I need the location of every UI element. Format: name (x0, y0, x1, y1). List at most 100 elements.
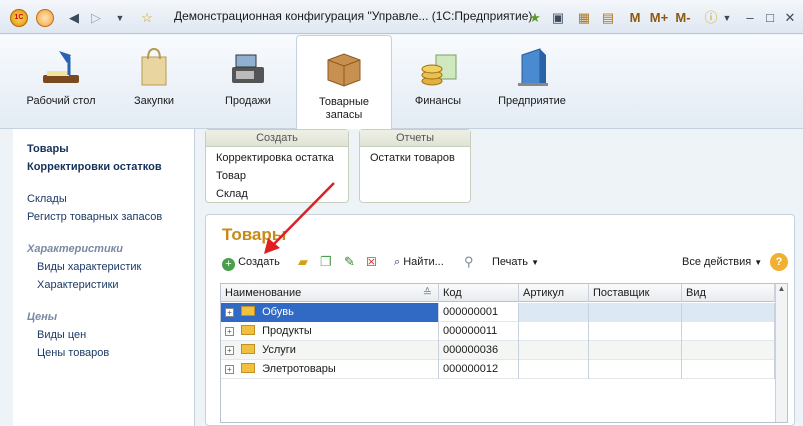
expand-icon[interactable]: + (225, 346, 234, 355)
create-folder-icon[interactable]: ▰ (298, 253, 308, 271)
supplier-cell (589, 360, 682, 379)
reports-box-header: Отчеты (360, 130, 470, 147)
create-button[interactable]: + Создать (222, 253, 280, 271)
section-desktop[interactable]: Рабочий стол (22, 35, 100, 129)
column-header-article[interactable]: Артикул (519, 284, 589, 302)
article-cell (519, 322, 589, 341)
nav-item-warehouses[interactable]: Склады (27, 193, 67, 205)
column-header-supplier[interactable]: Поставщик (589, 284, 682, 302)
app-logo-icon[interactable]: 1С (10, 9, 28, 27)
section-label: Товарные запасы (318, 96, 370, 121)
find-button[interactable]: ⌕ Найти... (394, 253, 444, 271)
info-icon[interactable]: ⓘ (702, 9, 720, 27)
code-cell: 000000036 (439, 341, 519, 360)
create-warehouse-command[interactable]: Склад (216, 188, 248, 200)
info-dropdown-icon[interactable]: ▼ (722, 9, 732, 27)
forward-arrow-icon[interactable]: ▷ (88, 9, 104, 27)
nav-item-characteristic-types[interactable]: Виды характеристик (37, 261, 141, 273)
section-inventory[interactable]: Товарные запасы (296, 35, 392, 129)
table-row[interactable]: + Элетротовары 000000012 (221, 360, 775, 379)
minimize-button[interactable]: – (742, 9, 758, 27)
section-label: Продажи (225, 95, 271, 107)
memory-m-button[interactable]: M (628, 9, 642, 27)
type-cell (682, 322, 775, 341)
edit-pencil-icon[interactable]: ✎ (344, 253, 355, 271)
title-bar: 1С ◀ ▷ ▼ ☆ Демонстрационная конфигурация… (0, 0, 803, 34)
section-label: Рабочий стол (26, 95, 96, 107)
folder-icon (241, 344, 256, 354)
name-cell: + Элетротовары (221, 360, 439, 379)
calculator-icon[interactable]: ▦ (576, 9, 592, 27)
bookmark-icon[interactable]: ▣ (550, 9, 566, 27)
page-title: Товары (222, 225, 287, 244)
delete-mark-icon[interactable]: ☒ (366, 253, 377, 271)
add-favorite-icon[interactable]: ★ (526, 9, 544, 27)
section-finance[interactable]: Финансы (400, 35, 476, 129)
history-dropdown-icon[interactable]: ▼ (114, 9, 126, 27)
name-cell: + Услуги (221, 341, 439, 360)
chevron-down-icon: ▼ (754, 258, 763, 267)
column-header-name[interactable]: Наименование ≙ (221, 284, 439, 302)
nav-item-characteristics[interactable]: Характеристики (37, 279, 119, 291)
find-button-label: Найти... (403, 256, 444, 268)
supplier-cell (589, 341, 682, 360)
create-button-label: Создать (238, 256, 280, 268)
section-enterprise[interactable]: Предприятие (490, 35, 574, 129)
memory-m-minus-button[interactable]: M- (672, 9, 694, 27)
coins-icon (421, 54, 457, 86)
article-cell (519, 341, 589, 360)
desk-lamp-icon (43, 51, 79, 83)
table-row[interactable]: + Обувь 000000001 (221, 303, 775, 322)
close-button[interactable]: ✕ (782, 9, 798, 27)
nav-group-prices: Цены (27, 311, 58, 323)
type-cell (682, 303, 775, 322)
nav-item-price-types[interactable]: Виды цен (37, 329, 86, 341)
navigation-panel: Товары Корректировки остатков Склады Рег… (13, 129, 195, 426)
code-cell: 000000001 (439, 303, 519, 322)
supplier-cell (589, 303, 682, 322)
section-purchases[interactable]: Закупки (118, 35, 190, 129)
create-stock-adjustment-command[interactable]: Корректировка остатка (216, 152, 334, 164)
create-goods-command[interactable]: Товар (216, 170, 246, 182)
type-cell (682, 341, 775, 360)
name-cell: + Обувь (221, 303, 439, 322)
column-header-code[interactable]: Код (439, 284, 519, 302)
article-cell (519, 303, 589, 322)
nav-item-goods[interactable]: Товары (27, 143, 69, 155)
table-scrollbar[interactable]: ▲ (775, 284, 787, 422)
nav-item-stock-adjustments[interactable]: Корректировки остатков (27, 161, 162, 173)
create-actions-box: Создать Корректировка остатка Товар Скла… (205, 129, 349, 203)
expand-icon[interactable]: + (225, 365, 234, 374)
goods-table: Наименование ≙ Код Артикул Поставщик Вид… (220, 283, 788, 423)
goods-list-panel: Товары + Создать ▰ ❐ ✎ ☒ ⌕ Найти... ⚲ Пе… (205, 214, 795, 426)
code-cell: 000000011 (439, 322, 519, 341)
table-row[interactable]: + Услуги 000000036 (221, 341, 775, 360)
section-label: Предприятие (498, 95, 566, 107)
nav-item-goods-prices[interactable]: Цены товаров (37, 347, 109, 359)
favorites-star-icon[interactable]: ☆ (138, 9, 156, 27)
name-cell: + Продукты (221, 322, 439, 341)
magnifier-icon: ⌕ (394, 256, 401, 268)
column-header-type[interactable]: Вид (682, 284, 775, 302)
building-icon (518, 48, 548, 86)
code-cell: 000000012 (439, 360, 519, 379)
maximize-button[interactable]: □ (762, 9, 778, 27)
table-row[interactable]: + Продукты 000000011 (221, 322, 775, 341)
cancel-search-icon[interactable]: ⚲ (464, 253, 474, 271)
report-stock-balance-command[interactable]: Остатки товаров (370, 152, 455, 164)
scroll-up-icon[interactable]: ▲ (776, 284, 787, 293)
back-arrow-icon[interactable]: ◀ (66, 9, 82, 27)
expand-icon[interactable]: + (225, 327, 234, 336)
cash-register-icon (232, 54, 264, 83)
copy-icon[interactable]: ❐ (320, 253, 332, 271)
expand-icon[interactable]: + (225, 308, 234, 317)
print-button[interactable]: Печать ▼ (492, 253, 539, 271)
memory-m-plus-button[interactable]: M+ (648, 9, 670, 27)
calendar-icon[interactable]: ▤ (600, 9, 616, 27)
menu-dropdown-icon[interactable] (36, 9, 54, 27)
help-button[interactable]: ? (770, 253, 788, 271)
create-box-header: Создать (206, 130, 348, 147)
section-sales[interactable]: Продажи (210, 35, 286, 129)
all-actions-button[interactable]: Все действия ▼ (682, 253, 762, 271)
nav-item-stock-register[interactable]: Регистр товарных запасов (27, 211, 162, 223)
